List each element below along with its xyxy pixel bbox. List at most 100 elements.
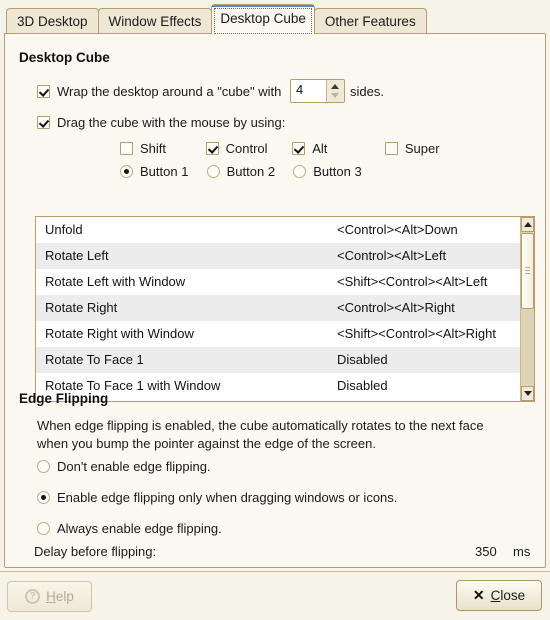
table-row[interactable]: Rotate Right with Window <Shift><Control…	[36, 321, 520, 347]
button-3-radio[interactable]	[293, 165, 307, 178]
tab-desktop-cube[interactable]: Desktop Cube	[211, 4, 315, 34]
shortcut-binding: <Control><Alt>Left	[337, 248, 447, 263]
shortcut-action: Rotate Right	[45, 300, 118, 315]
edge-option-dragging-only[interactable]: Enable edge flipping only when dragging …	[37, 490, 397, 505]
edge-flipping-description-line2: when you bump the pointer against the ed…	[37, 436, 376, 451]
mouse-button-radio-group: Button 1 Button 2 Button 3	[120, 164, 362, 179]
always-enable-radio[interactable]	[37, 522, 50, 535]
wrap-desktop-row: Wrap the desktop around a "cube" with 4 …	[37, 79, 384, 103]
super-label: Super	[404, 141, 440, 156]
edge-option-dont-enable[interactable]: Don't enable edge flipping.	[37, 459, 211, 474]
modifier-checkbox-group: Shift Control Alt Super	[120, 141, 440, 156]
tab-3d-desktop[interactable]: 3D Desktop	[6, 8, 99, 34]
help-button-label: Help	[46, 589, 74, 604]
drag-cube-row: Drag the cube with the mouse by using:	[37, 115, 285, 130]
edge-flipping-description: When edge flipping is enabled, the cube …	[37, 417, 484, 453]
table-row[interactable]: Rotate Right <Control><Alt>Right	[36, 295, 520, 321]
dont-enable-radio[interactable]	[37, 460, 50, 473]
shortcut-binding: <Control><Alt>Down	[337, 222, 458, 237]
dialog-button-bar: ? Help ✕ Close	[0, 571, 550, 620]
scroll-down-button[interactable]	[521, 386, 534, 401]
spinner-up-arrow-icon[interactable]	[330, 84, 339, 89]
button-2-radio[interactable]	[206, 165, 220, 178]
super-checkbox[interactable]	[384, 142, 398, 155]
table-row[interactable]: Rotate To Face 1 Disabled	[36, 347, 520, 373]
tab-other-features[interactable]: Other Features	[313, 8, 427, 34]
scrollbar-thumb[interactable]	[521, 233, 534, 309]
drag-cube-checkbox[interactable]	[37, 116, 50, 129]
delay-unit: ms	[513, 544, 531, 559]
chevron-up-icon	[524, 222, 532, 227]
close-button[interactable]: ✕ Close	[456, 580, 542, 611]
table-row[interactable]: Rotate Left <Control><Alt>Left	[36, 243, 520, 269]
edge-flipping-description-line1: When edge flipping is enabled, the cube …	[37, 418, 484, 433]
tab-label: Other Features	[324, 14, 416, 29]
table-row[interactable]: Rotate To Face 1 with Window Disabled	[36, 373, 520, 399]
spinner-down-arrow-icon[interactable]	[330, 93, 339, 98]
sides-suffix-label: sides.	[349, 84, 384, 99]
listbox-scrollbar[interactable]	[520, 217, 534, 401]
tab-window-effects[interactable]: Window Effects	[97, 8, 213, 34]
shift-checkbox[interactable]	[120, 142, 133, 155]
tab-active-indicator	[212, 5, 314, 7]
modifier-super[interactable]: Super	[384, 141, 440, 156]
shortcut-action: Rotate Left with Window	[45, 274, 186, 289]
shortcut-action: Unfold	[45, 222, 83, 237]
edge-flipping-heading: Edge Flipping	[19, 391, 109, 406]
button-1-radio[interactable]	[120, 165, 133, 178]
shortcut-binding: Disabled	[337, 352, 388, 367]
close-rest-label: lose	[500, 588, 526, 603]
delay-value: 350	[475, 544, 497, 559]
button-1-label: Button 1	[140, 164, 189, 179]
dont-enable-label: Don't enable edge flipping.	[57, 459, 211, 474]
button-2-label: Button 2	[226, 164, 276, 179]
radio-button-1[interactable]: Button 1	[120, 164, 203, 179]
dragging-only-label: Enable edge flipping only when dragging …	[57, 490, 398, 505]
desktop-cube-panel: Desktop Cube Wrap the desktop around a "…	[4, 33, 546, 594]
drag-cube-label: Drag the cube with the mouse by using:	[57, 115, 286, 130]
alt-checkbox[interactable]	[292, 142, 306, 155]
close-accel-letter: C	[490, 588, 501, 603]
table-row[interactable]: Rotate Left with Window <Shift><Control>…	[36, 269, 520, 295]
scrollbar-grip-icon	[525, 267, 530, 274]
shortcut-action: Rotate Left	[45, 248, 109, 263]
help-button[interactable]: ? Help	[7, 581, 92, 612]
control-checkbox[interactable]	[205, 142, 219, 155]
shortcut-binding: Disabled	[337, 378, 388, 393]
delay-label: Delay before flipping:	[34, 544, 157, 559]
radio-button-2[interactable]: Button 2	[206, 164, 290, 179]
desktop-cube-heading: Desktop Cube	[19, 50, 110, 65]
question-circle-icon: ?	[25, 589, 41, 604]
modifier-shift[interactable]: Shift	[120, 141, 202, 156]
shortcuts-rows: Unfold <Control><Alt>Down Rotate Left <C…	[36, 217, 520, 399]
sides-value: 4	[295, 82, 304, 97]
sides-spinner[interactable]: 4	[289, 79, 345, 103]
close-button-label: Close	[491, 588, 526, 603]
chevron-down-icon	[524, 391, 532, 396]
always-enable-label: Always enable edge flipping.	[57, 521, 222, 536]
control-label: Control	[225, 141, 268, 156]
x-icon: ✕	[472, 587, 485, 603]
sides-spinner-buttons[interactable]	[325, 80, 344, 102]
help-accel-letter: H	[46, 589, 56, 604]
shortcut-action: Rotate To Face 1	[45, 352, 144, 367]
wrap-desktop-label: Wrap the desktop around a "cube" with	[57, 84, 282, 99]
modifier-alt[interactable]: Alt	[292, 141, 381, 156]
tab-label: 3D Desktop	[17, 14, 88, 29]
shortcut-binding: <Control><Alt>Right	[337, 300, 455, 315]
table-row[interactable]: Unfold <Control><Alt>Down	[36, 217, 520, 243]
modifier-control[interactable]: Control	[205, 141, 289, 156]
wrap-desktop-checkbox[interactable]	[37, 85, 50, 98]
shortcut-action: Rotate Right with Window	[45, 326, 194, 341]
radio-button-3[interactable]: Button 3	[293, 164, 362, 179]
tab-focus-ring	[214, 8, 312, 34]
shortcut-binding: <Shift><Control><Alt>Left	[337, 274, 488, 289]
shortcuts-listbox[interactable]: Unfold <Control><Alt>Down Rotate Left <C…	[35, 216, 535, 402]
help-rest-label: elp	[55, 589, 74, 604]
edge-option-always-enable[interactable]: Always enable edge flipping.	[37, 521, 222, 536]
scroll-up-button[interactable]	[521, 217, 534, 232]
alt-label: Alt	[312, 141, 328, 156]
button-3-label: Button 3	[313, 164, 362, 179]
dragging-only-radio[interactable]	[37, 491, 50, 504]
shortcut-binding: <Shift><Control><Alt>Right	[337, 326, 496, 341]
